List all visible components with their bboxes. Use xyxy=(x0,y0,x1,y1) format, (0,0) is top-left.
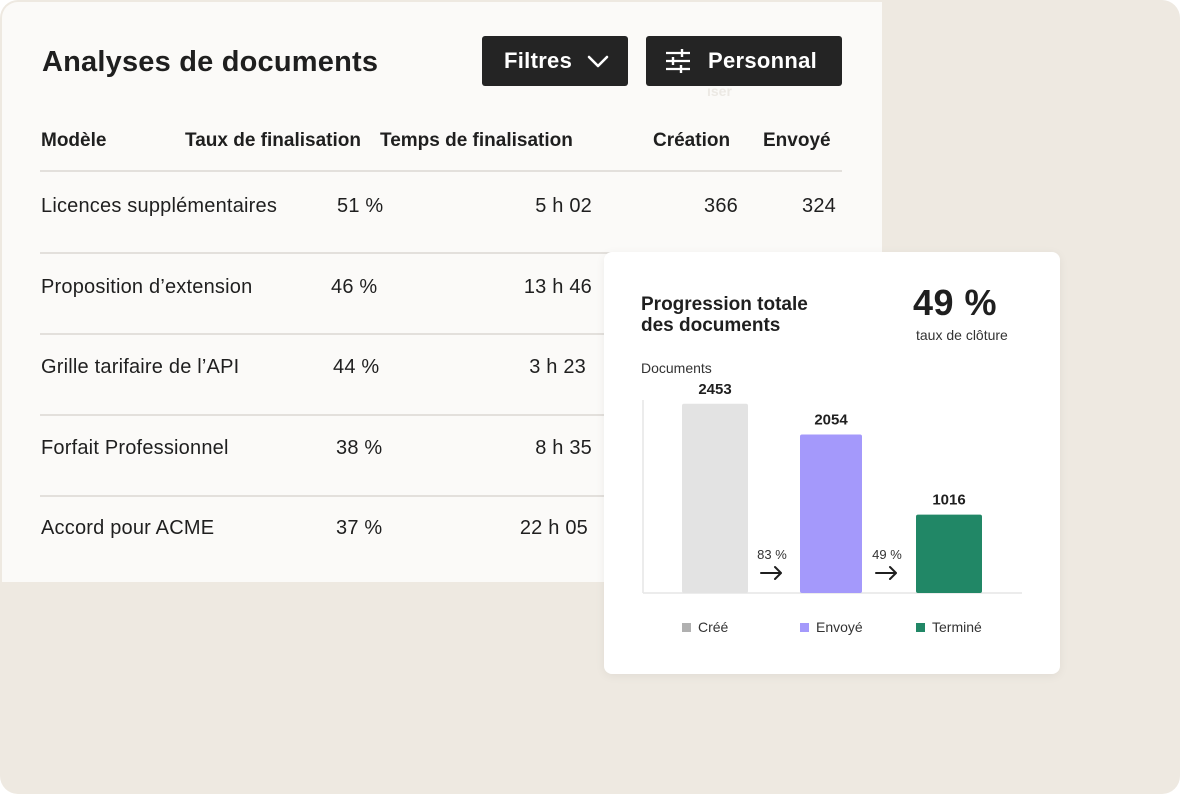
cell-sent: 324 xyxy=(802,195,836,217)
cell-model: Forfait Professionnel xyxy=(41,437,229,459)
cell-time: 3 h 23 xyxy=(529,356,586,378)
arrow-right-icon xyxy=(875,566,897,580)
legend-swatch xyxy=(916,623,925,632)
customize-button[interactable]: Personnal xyxy=(646,36,842,86)
column-header-model[interactable]: Modèle xyxy=(41,130,106,152)
sliders-icon xyxy=(666,49,690,73)
cell-model: Grille tarifaire de l’API xyxy=(41,356,240,378)
column-header-created[interactable]: Création xyxy=(653,130,730,152)
cell-model: Proposition d’extension xyxy=(41,276,253,298)
cell-rate: 51 % xyxy=(337,195,384,217)
cell-rate: 44 % xyxy=(333,356,380,378)
bar-value-label: 2054 xyxy=(814,412,848,429)
legend-label: Terminé xyxy=(932,619,982,635)
legend-swatch xyxy=(682,623,691,632)
customize-label-overflow: iser xyxy=(707,88,732,98)
cell-time: 5 h 02 xyxy=(535,195,592,217)
conversion-rate-label: 49 % xyxy=(872,547,902,562)
legend-label: Envoyé xyxy=(816,619,863,635)
arrow-right-icon xyxy=(760,566,782,580)
cell-time: 22 h 05 xyxy=(519,517,588,539)
bar-1 xyxy=(800,434,862,593)
legend-swatch xyxy=(800,623,809,632)
column-header-sent[interactable]: Envoyé xyxy=(763,130,831,152)
bar-0 xyxy=(682,403,748,593)
cell-time: 13 h 46 xyxy=(523,276,592,298)
bar-value-label: 2453 xyxy=(698,381,731,398)
bar-2 xyxy=(916,514,982,593)
cell-time: 8 h 35 xyxy=(535,437,592,459)
column-header-completion-rate[interactable]: Taux de finalisation xyxy=(185,130,361,152)
cell-model: Licences supplémentaires xyxy=(41,195,278,217)
document-progress-card: Progression totale des documents 49 % ta… xyxy=(604,252,1060,674)
column-header-completion-time[interactable]: Temps de finalisation xyxy=(380,130,573,152)
header-divider xyxy=(40,170,842,172)
filters-button-label: Filtres xyxy=(504,48,573,73)
cell-rate: 46 % xyxy=(331,276,378,298)
page-title: Analyses de documents xyxy=(42,46,379,78)
cell-created: 366 xyxy=(704,195,738,217)
cell-model: Accord pour ACME xyxy=(41,517,215,539)
bar-value-label: 1016 xyxy=(932,492,965,509)
progress-bar-chart: 2453 2054 1016 83 % 49 % Créé Envoyé Terminé xyxy=(642,381,1022,635)
chevron-down-icon xyxy=(587,55,609,68)
legend-label: Créé xyxy=(698,619,729,635)
filters-button[interactable]: Filtres xyxy=(482,36,628,86)
conversion-rate-label: 83 % xyxy=(757,547,787,562)
cell-rate: 37 % xyxy=(336,517,383,539)
customize-button-label: Personnal xyxy=(708,48,818,73)
cell-rate: 38 % xyxy=(336,437,383,459)
